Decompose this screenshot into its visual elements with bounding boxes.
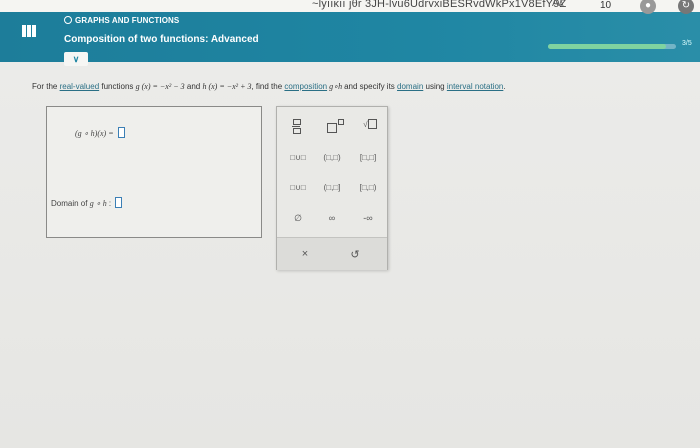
real-valued-link[interactable]: real-valued <box>60 82 100 91</box>
question-end: . <box>503 82 506 91</box>
chevron-down-icon[interactable]: ∨ <box>64 52 88 66</box>
progress-label: 3/5 <box>682 40 692 47</box>
interval-notation-link[interactable]: interval notation <box>447 82 503 91</box>
question-and: and <box>184 82 203 91</box>
question-part4: using <box>423 82 447 91</box>
browser-action-icon[interactable]: ● <box>640 0 656 14</box>
screen: ~lyııκıı jθr 3JH-lvu6UdrvxiBESRvdWkPx1V8… <box>0 0 700 448</box>
reader-mode-icon[interactable]: Aᴀ <box>552 0 564 9</box>
undo-icon[interactable]: ↺ <box>347 248 363 261</box>
negative-infinity-key[interactable]: -∞ <box>355 213 381 223</box>
menu-icon[interactable] <box>18 20 40 42</box>
topic-circle-icon <box>64 16 72 24</box>
union-key[interactable]: □∪□ <box>285 153 311 162</box>
domain-answer-input[interactable] <box>115 197 123 208</box>
composition-answer-row: (g ∘ h)(x) = <box>75 127 125 138</box>
closed-interval-key[interactable]: [□,□] <box>353 153 383 162</box>
exponent-key[interactable] <box>325 119 345 133</box>
question-part1: functions <box>99 82 136 91</box>
sqrt-icon: √ <box>363 119 377 129</box>
domain-link[interactable]: domain <box>397 82 423 91</box>
question-part3: and specify its <box>344 82 398 91</box>
domain-function: g ∘ h <box>89 199 107 208</box>
question-lead: For the <box>32 82 60 91</box>
fraction-icon <box>292 119 301 134</box>
closed-open-interval-key[interactable]: [□,□) <box>353 183 383 192</box>
open-interval-key[interactable]: (□,□) <box>317 153 347 162</box>
empty-set-key[interactable]: ∅ <box>287 213 309 224</box>
open-closed-interval-key[interactable]: (□,□] <box>317 183 347 192</box>
question-part2: , find the <box>251 82 285 91</box>
progress-fill <box>548 44 666 49</box>
url-text[interactable]: ~lyııκıı jθr 3JH-lvu6UdrvxiBESRvdWkPx1V8… <box>312 0 566 10</box>
topic-label: GRAPHS AND FUNCTIONS <box>75 16 180 25</box>
domain-answer-row: Domain of g ∘ h : <box>51 197 123 208</box>
header-bar: ~lyııκıı jθr 3JH-lvu6UdrvxiBESRvdWkPx1V8… <box>0 0 700 62</box>
page-title: Composition of two functions: Advanced <box>64 34 259 45</box>
sqrt-key[interactable]: √ <box>361 119 379 129</box>
progress-bar <box>548 44 676 49</box>
g-definition: g (x) = −x² − 3 <box>135 82 185 91</box>
h-definition: h (x) = −x² + 3 <box>202 82 252 91</box>
composition-label: (g ∘ h)(x) = <box>75 129 114 138</box>
g-circ-h: g∘h <box>327 82 345 91</box>
tab-count-icon[interactable]: 10 <box>600 0 614 12</box>
domain-colon: : <box>106 199 112 208</box>
domain-label: Domain of <box>51 199 90 208</box>
keypad-footer: × ↺ <box>277 237 387 270</box>
browser-url-strip: ~lyııκıı jθr 3JH-lvu6UdrvxiBESRvdWkPx1V8… <box>0 0 700 14</box>
question-text: For the real-valued functions g (x) = −x… <box>32 82 506 91</box>
topic-breadcrumb: GRAPHS AND FUNCTIONS <box>64 16 179 25</box>
composition-link[interactable]: composition <box>284 82 327 91</box>
clear-icon[interactable]: × <box>297 248 313 260</box>
answer-panel: (g ∘ h)(x) = Domain of g ∘ h : <box>46 106 262 238</box>
composition-answer-input[interactable] <box>117 127 125 138</box>
infinity-key[interactable]: ∞ <box>321 213 343 223</box>
math-keypad: √ □∪□ (□,□) [□,□] □∪□ (□,□] [□,□) ∅ ∞ -∞… <box>276 106 388 270</box>
fraction-key[interactable] <box>289 119 303 136</box>
refresh-icon[interactable]: ↻ <box>678 0 694 14</box>
union-key-2[interactable]: □∪□ <box>285 183 311 192</box>
exponent-icon <box>326 123 337 133</box>
